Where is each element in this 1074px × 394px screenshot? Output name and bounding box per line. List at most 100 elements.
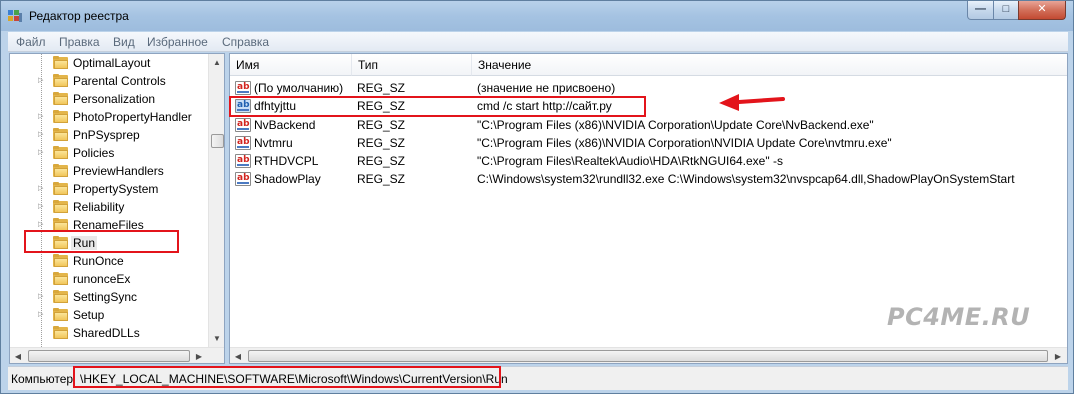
- value-type: REG_SZ: [357, 81, 406, 95]
- list-hscroll-thumb[interactable]: [248, 350, 1048, 362]
- tree-item-label: runonceEx: [73, 272, 131, 286]
- watermark-logo: PC4ME.RU: [887, 303, 1031, 331]
- value-row[interactable]: ab Nvtmru REG_SZ "C:\Program Files (x86)…: [230, 134, 1066, 152]
- menu-help[interactable]: Справка: [222, 35, 269, 49]
- value-row[interactable]: ab RTHDVCPL REG_SZ "C:\Program Files\Rea…: [230, 152, 1066, 170]
- scroll-left-arrow-icon[interactable]: ◀: [230, 348, 246, 363]
- value-name: ShadowPlay: [254, 172, 321, 186]
- expand-arrow-icon[interactable]: ▷: [38, 131, 44, 139]
- folder-icon: [53, 200, 69, 213]
- tree-item-label: PnPSysprep: [73, 128, 140, 142]
- column-header-name[interactable]: Имя: [230, 54, 352, 76]
- tree-item-label: Parental Controls: [73, 74, 166, 88]
- tree-item-label: PropertySystem: [73, 182, 159, 196]
- tree-item-previewhandlers[interactable]: PreviewHandlers: [10, 162, 210, 180]
- menu-file[interactable]: Файл: [16, 35, 46, 49]
- registry-editor-window: Редактор реестра — □ ✕ Файл Правка Вид И…: [0, 0, 1074, 394]
- tree-item-parental-controls[interactable]: ▷ Parental Controls: [10, 72, 210, 90]
- annotation-box-status-path: [73, 366, 501, 388]
- value-data: "C:\Program Files (x86)\NVIDIA Corporati…: [477, 136, 892, 150]
- tree-horizontal-scrollbar[interactable]: ◀ ▶: [10, 347, 224, 363]
- tree-item-label: Reliability: [73, 200, 125, 214]
- folder-icon: [53, 290, 69, 303]
- value-data: "C:\Program Files\Realtek\Audio\HDA\RtkN…: [477, 154, 783, 168]
- tree-scroll-thumb[interactable]: [211, 134, 224, 148]
- menu-bar: Файл Правка Вид Избранное Справка: [8, 32, 1068, 52]
- column-header-value[interactable]: Значение: [472, 54, 1067, 76]
- tree-item-label: SharedDLLs: [73, 326, 140, 340]
- value-data: (значение не присвоено): [477, 81, 616, 95]
- value-row[interactable]: ab NvBackend REG_SZ "C:\Program Files (x…: [230, 116, 1066, 134]
- folder-icon: [53, 272, 69, 285]
- folder-icon: [53, 74, 69, 87]
- expand-arrow-icon[interactable]: ▷: [38, 149, 44, 157]
- scroll-right-arrow-icon[interactable]: ▶: [1050, 348, 1066, 363]
- scroll-left-arrow-icon[interactable]: ◀: [10, 348, 26, 363]
- folder-icon: [53, 56, 69, 69]
- value-row[interactable]: ab (По умолчанию) REG_SZ (значение не пр…: [230, 79, 1066, 97]
- scroll-up-arrow-icon[interactable]: ▲: [209, 54, 224, 71]
- status-computer-label: Компьютер: [11, 372, 74, 386]
- tree-item-runonceex[interactable]: runonceEx: [10, 270, 210, 288]
- value-row[interactable]: ab ShadowPlay REG_SZ C:\Windows\system32…: [230, 170, 1066, 188]
- tree-item-runonce[interactable]: RunOnce: [10, 252, 210, 270]
- tree-vertical-scrollbar[interactable]: ▲ ▼: [208, 54, 224, 347]
- registry-app-icon: [8, 10, 22, 22]
- string-value-icon: ab: [235, 172, 251, 186]
- expand-arrow-icon[interactable]: ▷: [38, 113, 44, 121]
- tree-item-settingsync[interactable]: ▷ SettingSync: [10, 288, 210, 306]
- tree-item-label: OptimalLayout: [73, 56, 151, 70]
- folder-icon: [53, 92, 69, 105]
- folder-icon: [53, 254, 69, 267]
- window-title: Редактор реестра: [29, 9, 129, 23]
- list-horizontal-scrollbar[interactable]: ◀ ▶: [230, 347, 1067, 363]
- maximize-button[interactable]: □: [993, 1, 1019, 20]
- expand-arrow-icon[interactable]: ▷: [38, 203, 44, 211]
- value-data: "C:\Program Files (x86)\NVIDIA Corporati…: [477, 118, 874, 132]
- expand-arrow-icon[interactable]: ▷: [38, 293, 44, 301]
- tree-item-setup[interactable]: ▷ Setup: [10, 306, 210, 324]
- string-value-icon: ab: [235, 136, 251, 150]
- expand-arrow-icon[interactable]: ▷: [38, 185, 44, 193]
- value-name: RTHDVCPL: [254, 154, 319, 168]
- tree-item-label: SettingSync: [73, 290, 138, 304]
- menu-edit[interactable]: Правка: [59, 35, 100, 49]
- tree-item-label: PreviewHandlers: [73, 164, 164, 178]
- tree-hscroll-thumb[interactable]: [28, 350, 190, 362]
- title-bar[interactable]: Редактор реестра — □ ✕: [1, 1, 1073, 31]
- folder-icon: [53, 146, 69, 159]
- folder-icon: [53, 326, 69, 339]
- string-value-icon: ab: [235, 154, 251, 168]
- expand-arrow-icon[interactable]: ▷: [38, 77, 44, 85]
- tree-item-policies[interactable]: ▷ Policies: [10, 144, 210, 162]
- value-type: REG_SZ: [357, 118, 406, 132]
- tree-item-label: Policies: [73, 146, 115, 160]
- expand-arrow-icon[interactable]: ▷: [38, 221, 44, 229]
- folder-icon: [53, 164, 69, 177]
- tree-item-personalization[interactable]: Personalization: [10, 90, 210, 108]
- column-header-type[interactable]: Тип: [352, 54, 472, 76]
- tree-item-label: Personalization: [73, 92, 156, 106]
- tree-item-reliability[interactable]: ▷ Reliability: [10, 198, 210, 216]
- tree-item-optimallayout[interactable]: OptimalLayout: [10, 54, 210, 72]
- folder-icon: [53, 182, 69, 195]
- tree-item-photopropertyhandler[interactable]: ▷ PhotoPropertyHandler: [10, 108, 210, 126]
- red-arrow-icon: [719, 94, 785, 111]
- menu-view[interactable]: Вид: [113, 35, 135, 49]
- scroll-down-arrow-icon[interactable]: ▼: [209, 330, 224, 347]
- expand-arrow-icon[interactable]: ▷: [38, 311, 44, 319]
- folder-icon: [53, 110, 69, 123]
- tree-item-shareddlls[interactable]: SharedDLLs: [10, 324, 210, 342]
- tree-item-pnpsysprep[interactable]: ▷ PnPSysprep: [10, 126, 210, 144]
- key-tree-pane[interactable]: OptimalLayout ▷ Parental Controls Person…: [9, 53, 225, 364]
- minimize-button[interactable]: —: [967, 1, 994, 20]
- annotation-box-run-key: [24, 230, 179, 253]
- menu-favorites[interactable]: Избранное: [147, 35, 208, 49]
- tree-item-label: Setup: [73, 308, 105, 322]
- string-value-icon: ab: [235, 118, 251, 132]
- value-data: C:\Windows\system32\rundll32.exe C:\Wind…: [477, 172, 1015, 186]
- tree-item-propertysystem[interactable]: ▷ PropertySystem: [10, 180, 210, 198]
- close-button[interactable]: ✕: [1018, 1, 1066, 20]
- folder-icon: [53, 308, 69, 321]
- scroll-right-arrow-icon[interactable]: ▶: [191, 348, 207, 363]
